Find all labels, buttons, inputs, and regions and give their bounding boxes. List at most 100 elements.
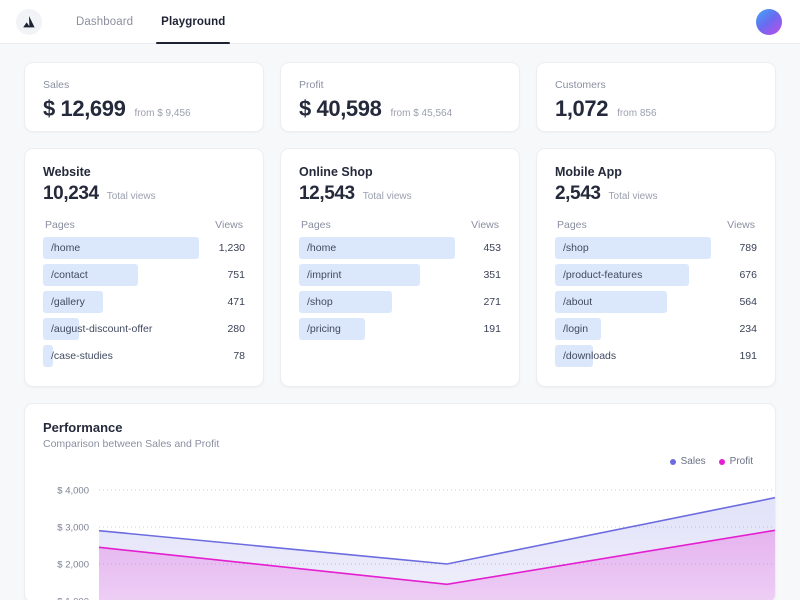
source-total-label: Total views [362, 191, 412, 202]
page-bar-cell: /login [555, 318, 711, 340]
legend-dot-icon [718, 458, 725, 465]
table-row[interactable]: /contact 751 [43, 264, 245, 286]
page-path-label: /home [307, 242, 337, 254]
kpi-label: Customers [555, 79, 606, 91]
page-bar-cell: /downloads [555, 345, 711, 367]
nav-item-playground[interactable]: Playground [147, 0, 239, 44]
kpi-label: Sales [43, 79, 70, 91]
kpi-previous-value: from $ 45,564 [390, 108, 453, 119]
page-views-value: 751 [227, 269, 245, 281]
page-views-value: 789 [739, 242, 757, 254]
table-header: Pages Views [43, 219, 245, 237]
page-views-value: 1,230 [218, 242, 245, 254]
kpi-previous-value: from 856 [617, 108, 657, 119]
table-header: Pages Views [555, 219, 757, 237]
source-title: Online Shop [299, 165, 373, 179]
nav-label-dashboard: Dashboard [76, 15, 134, 28]
performance-title: Performance [43, 420, 123, 435]
page-path-label: /product-features [563, 269, 643, 281]
traffic-source-card: Mobile App 2,543 Total views Pages Views/sho… [536, 148, 776, 387]
column-header-pages: Pages [45, 219, 75, 231]
svg-text:$ 2,000: $ 2,000 [57, 560, 89, 571]
svg-text:$ 4,000: $ 4,000 [57, 486, 89, 497]
source-total-label: Total views [106, 191, 156, 202]
page-path-label: /contact [51, 269, 88, 281]
page-path-label: /login [563, 323, 589, 335]
table-row[interactable]: /product-features 676 [555, 264, 757, 286]
user-avatar[interactable] [756, 9, 782, 35]
table-row[interactable]: /home 453 [299, 237, 501, 259]
page-path-label: /about [563, 296, 593, 308]
mountain-logo-icon [23, 15, 35, 27]
source-title: Mobile App [555, 165, 622, 179]
performance-card-row: Performance Comparison between Sales and… [24, 403, 776, 600]
table-row[interactable]: /shop 271 [299, 291, 501, 313]
page-path-label: /downloads [563, 350, 617, 362]
performance-subtitle: Comparison between Sales and Profit [43, 438, 220, 450]
table-row[interactable]: /pricing 191 [299, 318, 501, 340]
kpi-value: $ 40,598 [299, 96, 382, 121]
page-views-value: 191 [739, 350, 757, 362]
svg-text:$ 3,000: $ 3,000 [57, 523, 89, 534]
kpi-label: Profit [299, 79, 324, 91]
source-total-views: 12,543 [299, 183, 355, 204]
table-header: Pages Views [299, 219, 501, 237]
table-row[interactable]: /home 1,230 [43, 237, 245, 259]
kpi-card-sales: Sales $ 12,699 from $ 9,456 [24, 62, 264, 132]
page-views-value: 453 [483, 242, 501, 254]
page-views-value: 676 [739, 269, 757, 281]
page-views-value: 78 [233, 350, 245, 362]
app-logo[interactable] [16, 8, 42, 35]
table-row[interactable]: /shop 789 [555, 237, 757, 259]
traffic-source-card: Website 10,234 Total views Pages Views/home 1… [24, 148, 264, 387]
page-bar-cell: /shop [299, 291, 455, 313]
column-header-views: Views [727, 219, 755, 231]
page-path-label: /case-studies [51, 350, 113, 362]
page-bar-cell: /imprint [299, 264, 455, 286]
page-views-value: 564 [739, 296, 757, 308]
table-row[interactable]: /case-studies 78 [43, 345, 245, 367]
kpi-previous-value: from $ 9,456 [134, 108, 191, 119]
page-views-value: 191 [483, 323, 501, 335]
svg-text:$ 1,000: $ 1,000 [57, 597, 89, 600]
performance-chart: $ 4,000 $ 3,000 $ 2,000 $ 1,000 [43, 466, 775, 600]
page-path-label: /home [51, 242, 81, 254]
source-total-label: Total views [608, 191, 658, 202]
table-row[interactable]: /about 564 [555, 291, 757, 313]
table-row[interactable]: /august-discount-offer 280 [43, 318, 245, 340]
column-header-views: Views [471, 219, 499, 231]
page-path-label: /pricing [307, 323, 341, 335]
source-total-views: 10,234 [43, 183, 99, 204]
table-row[interactable]: /login 234 [555, 318, 757, 340]
page-path-label: /shop [307, 296, 333, 308]
page-bar-cell: /product-features [555, 264, 711, 286]
page-bar-cell: /about [555, 291, 711, 313]
source-total-views: 2,543 [555, 183, 601, 204]
page-bar-cell: /gallery [43, 291, 199, 313]
page-path-label: /gallery [51, 296, 85, 308]
page-bar-cell: /home [43, 237, 199, 259]
nav-label-playground: Playground [161, 15, 226, 28]
page-path-label: /shop [563, 242, 589, 254]
kpi-value: $ 12,699 [43, 96, 126, 121]
page-views-value: 471 [227, 296, 245, 308]
kpi-card-row: Sales $ 12,699 from $ 9,456 Profit $ 40,… [24, 62, 776, 132]
page-views-value: 234 [739, 323, 757, 335]
traffic-source-card-row: Website 10,234 Total views Pages Views/home 1… [24, 148, 776, 387]
table-row[interactable]: /imprint 351 [299, 264, 501, 286]
page-views-value: 280 [227, 323, 245, 335]
nav-item-dashboard[interactable]: Dashboard [62, 0, 147, 44]
table-row[interactable]: /gallery 471 [43, 291, 245, 313]
page-bar-cell: /august-discount-offer [43, 318, 199, 340]
page-bar-cell: /pricing [299, 318, 455, 340]
source-title: Website [43, 165, 91, 179]
page-path-label: /august-discount-offer [51, 323, 153, 335]
top-navigation-bar: Dashboard Playground [0, 0, 800, 44]
traffic-source-card: Online Shop 12,543 Total views Pages Views/h… [280, 148, 520, 387]
column-header-views: Views [215, 219, 243, 231]
main-nav: Dashboard Playground [62, 0, 239, 44]
page-bar-cell: /shop [555, 237, 711, 259]
table-row[interactable]: /downloads 191 [555, 345, 757, 367]
page-bar-cell: /case-studies [43, 345, 199, 367]
kpi-card-profit: Profit $ 40,598 from $ 45,564 [280, 62, 520, 132]
